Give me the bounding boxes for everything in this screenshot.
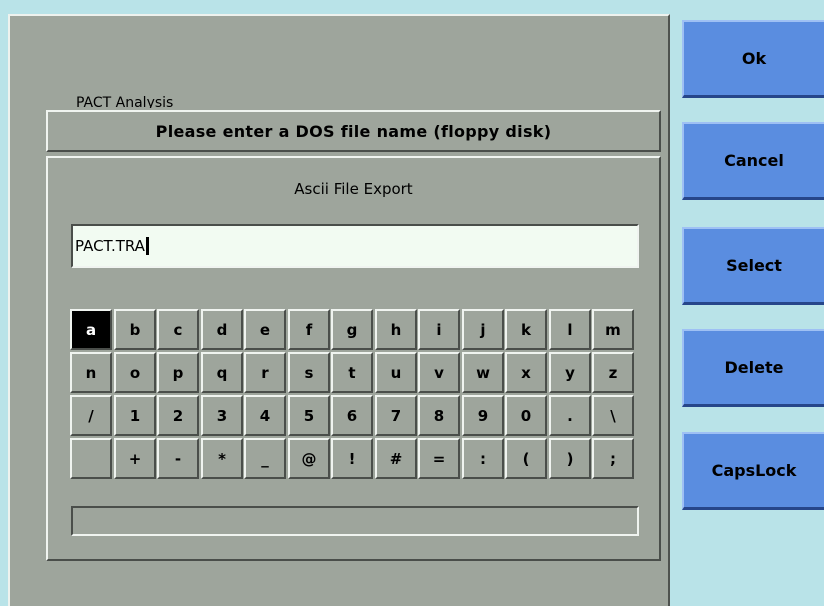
key[interactable]: ! bbox=[331, 438, 373, 479]
key[interactable]: v bbox=[418, 352, 460, 393]
dialog-header: Please enter a DOS file name (floppy dis… bbox=[46, 110, 661, 152]
key[interactable]: e bbox=[244, 309, 286, 350]
key[interactable]: 3 bbox=[201, 395, 243, 436]
key[interactable]: ( bbox=[505, 438, 547, 479]
key[interactable]: y bbox=[549, 352, 591, 393]
select-button[interactable]: Select bbox=[682, 227, 824, 305]
main-panel: PACT Analysis Please enter a DOS file na… bbox=[8, 14, 670, 606]
key[interactable]: k bbox=[505, 309, 547, 350]
key[interactable]: t bbox=[331, 352, 373, 393]
key[interactable]: a bbox=[70, 309, 112, 350]
key[interactable]: 6 bbox=[331, 395, 373, 436]
key[interactable]: @ bbox=[288, 438, 330, 479]
key[interactable]: : bbox=[462, 438, 504, 479]
key[interactable]: _ bbox=[244, 438, 286, 479]
key[interactable]: s bbox=[288, 352, 330, 393]
key[interactable]: r bbox=[244, 352, 286, 393]
key[interactable]: m bbox=[592, 309, 634, 350]
key[interactable]: c bbox=[157, 309, 199, 350]
key[interactable]: q bbox=[201, 352, 243, 393]
key[interactable]: w bbox=[462, 352, 504, 393]
key[interactable]: 5 bbox=[288, 395, 330, 436]
background-window-title: PACT Analysis bbox=[76, 95, 174, 108]
key[interactable]: z bbox=[592, 352, 634, 393]
key-blank[interactable] bbox=[70, 438, 112, 479]
key[interactable]: p bbox=[157, 352, 199, 393]
key[interactable]: o bbox=[114, 352, 156, 393]
key[interactable]: 1 bbox=[114, 395, 156, 436]
key[interactable]: 2 bbox=[157, 395, 199, 436]
key[interactable]: 7 bbox=[375, 395, 417, 436]
key[interactable]: f bbox=[288, 309, 330, 350]
key[interactable]: \ bbox=[592, 395, 634, 436]
key[interactable]: i bbox=[418, 309, 460, 350]
key[interactable]: - bbox=[157, 438, 199, 479]
key[interactable]: d bbox=[201, 309, 243, 350]
key[interactable]: 4 bbox=[244, 395, 286, 436]
cancel-button[interactable]: Cancel bbox=[682, 122, 824, 200]
text-cursor bbox=[145, 236, 149, 255]
file-name-value: PACT.TRA bbox=[75, 237, 145, 255]
file-name-input[interactable]: PACT.TRA bbox=[71, 224, 639, 268]
key[interactable]: / bbox=[70, 395, 112, 436]
dialog-subtitle: Ascii File Export bbox=[294, 180, 413, 198]
delete-button[interactable]: Delete bbox=[682, 329, 824, 407]
key[interactable]: * bbox=[201, 438, 243, 479]
status-field bbox=[71, 506, 639, 536]
key[interactable]: h bbox=[375, 309, 417, 350]
key[interactable]: 0 bbox=[505, 395, 547, 436]
key[interactable]: + bbox=[114, 438, 156, 479]
key[interactable]: g bbox=[331, 309, 373, 350]
key[interactable]: # bbox=[375, 438, 417, 479]
capslock-button[interactable]: CapsLock bbox=[682, 432, 824, 510]
key[interactable]: u bbox=[375, 352, 417, 393]
key[interactable]: ; bbox=[592, 438, 634, 479]
key[interactable]: ) bbox=[549, 438, 591, 479]
key[interactable]: l bbox=[549, 309, 591, 350]
key[interactable]: . bbox=[549, 395, 591, 436]
ok-button[interactable]: Ok bbox=[682, 20, 824, 98]
key[interactable]: = bbox=[418, 438, 460, 479]
file-name-dialog: Ascii File Export PACT.TRA abcdefghijklm… bbox=[46, 156, 661, 561]
key[interactable]: 8 bbox=[418, 395, 460, 436]
key[interactable]: 9 bbox=[462, 395, 504, 436]
key[interactable]: x bbox=[505, 352, 547, 393]
key[interactable]: j bbox=[462, 309, 504, 350]
key[interactable]: n bbox=[70, 352, 112, 393]
key[interactable]: b bbox=[114, 309, 156, 350]
